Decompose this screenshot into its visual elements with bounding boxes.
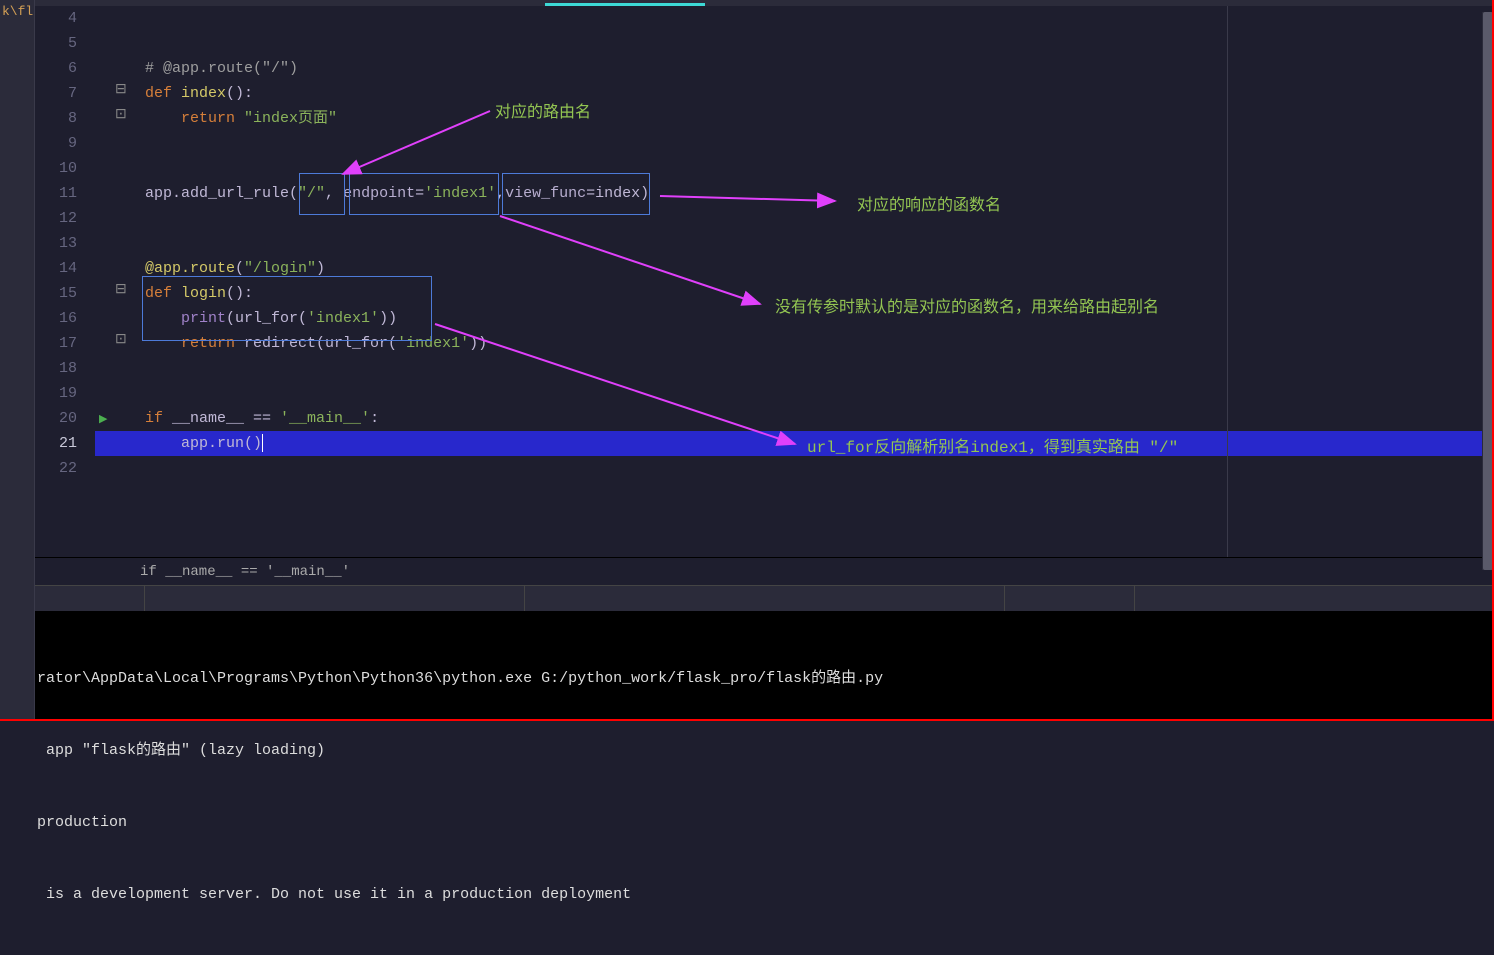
terminal-line: app "flask的路由" (lazy loading): [37, 739, 1494, 763]
line-number: 11: [35, 181, 77, 206]
project-sidebar[interactable]: k\fla: [0, 0, 35, 721]
highlight-box-endpoint: [349, 173, 499, 215]
annotation-default-endpoint: 没有传参时默认的是对应的函数名，用来给路由起别名: [775, 293, 1159, 317]
ruler-line: [1227, 6, 1228, 557]
line-number: 17: [35, 331, 77, 356]
annotation-func-name: 对应的响应的函数名: [857, 191, 1001, 215]
terminal-tabs[interactable]: [35, 585, 1494, 611]
line-number: 10: [35, 156, 77, 181]
code-comment: # @app.route("/"): [145, 60, 298, 77]
sidebar-file-label: k\fla: [0, 0, 34, 23]
text-caret: [262, 434, 263, 452]
terminal-tab[interactable]: [1005, 586, 1135, 611]
line-number: 13: [35, 231, 77, 256]
annotation-urlfor: url_for反向解析别名index1，得到真实路由 "/": [807, 433, 1178, 457]
line-number: 16: [35, 306, 77, 331]
code-editor[interactable]: 45678910111213141516171819202122 ▶ ⊟ ⊡ ⊟…: [35, 6, 1494, 557]
terminal-line: production: [37, 811, 1494, 835]
terminal-line: is a development server. Do not use it i…: [37, 883, 1494, 907]
terminal-output[interactable]: rator\AppData\Local\Programs\Python\Pyth…: [35, 611, 1494, 721]
line-number: 19: [35, 381, 77, 406]
line-number: 12: [35, 206, 77, 231]
line-number: 8: [35, 106, 77, 131]
annotation-route-name: 对应的路由名: [495, 98, 591, 122]
vertical-scrollbar[interactable]: [1482, 12, 1494, 570]
terminal-tab[interactable]: [525, 586, 1005, 611]
line-number: 9: [35, 131, 77, 156]
line-number-gutter: 45678910111213141516171819202122: [35, 6, 95, 557]
line-number: 18: [35, 356, 77, 381]
line-number: 4: [35, 6, 77, 31]
line-number: 14: [35, 256, 77, 281]
highlight-box-route: [299, 173, 345, 215]
line-number: 7: [35, 81, 77, 106]
line-number: 5: [35, 31, 77, 56]
scrollbar-thumb[interactable]: [1483, 12, 1493, 570]
line-number: 6: [35, 56, 77, 81]
line-number: 22: [35, 456, 77, 481]
breadcrumb-text: if __name__ == '__main__': [140, 564, 350, 580]
line-number: 15: [35, 281, 77, 306]
breadcrumb-bar[interactable]: if __name__ == '__main__': [35, 557, 1494, 585]
editor-container: 45678910111213141516171819202122 ▶ ⊟ ⊡ ⊟…: [35, 0, 1494, 721]
code-area[interactable]: # @app.route("/") def index(): return "i…: [95, 6, 1494, 557]
line-number: 20: [35, 406, 77, 431]
highlight-box-login: [142, 276, 432, 341]
current-line-highlight: [95, 431, 1494, 456]
highlight-box-viewfunc: [502, 173, 650, 215]
terminal-tab[interactable]: [35, 586, 145, 611]
terminal-tab[interactable]: [145, 586, 525, 611]
terminal-line: rator\AppData\Local\Programs\Python\Pyth…: [37, 667, 1494, 691]
line-number: 21: [35, 431, 77, 456]
